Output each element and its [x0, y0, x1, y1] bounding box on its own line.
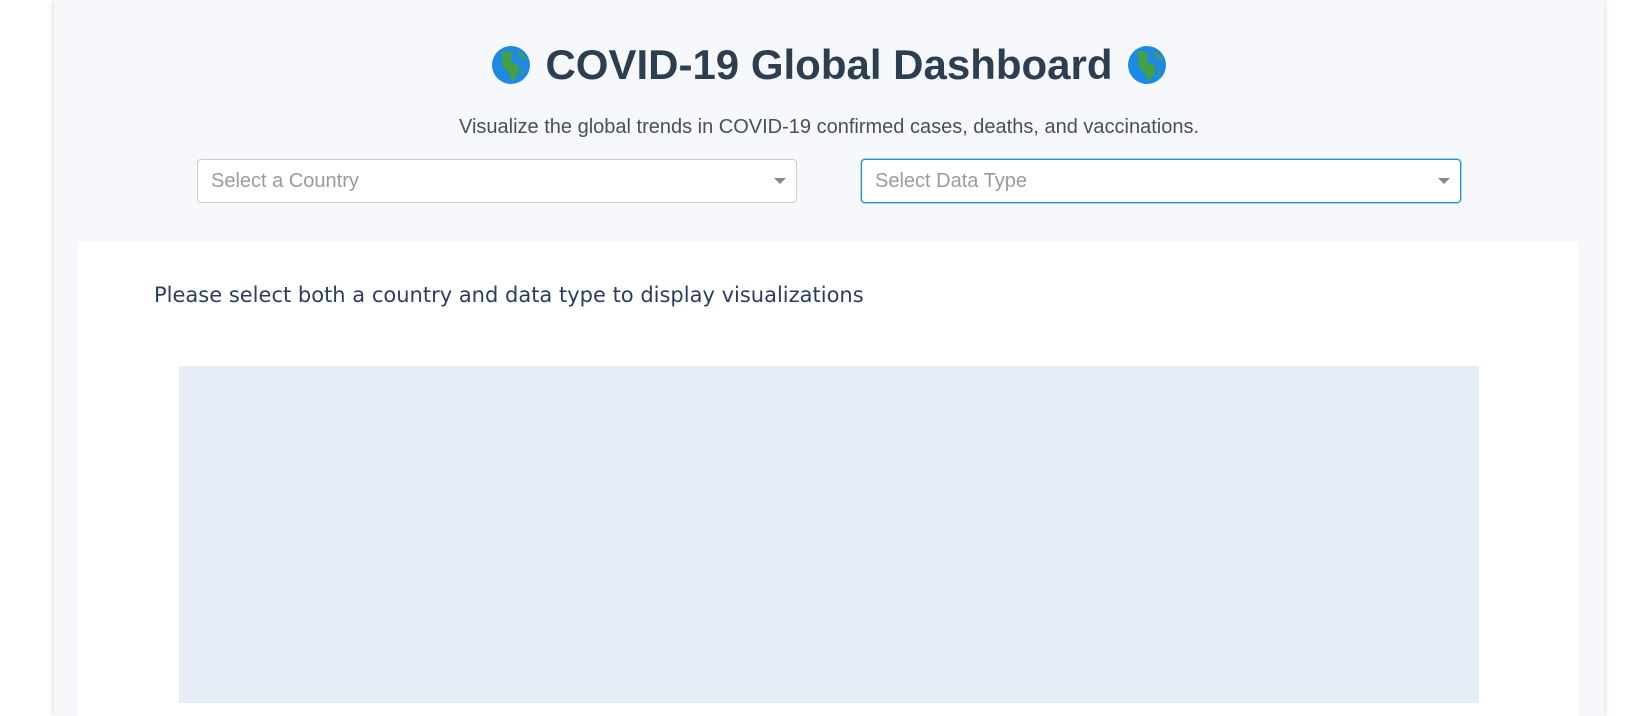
caret-down-icon[interactable] — [774, 178, 786, 184]
dashboard-page: COVID-19 Global Dashboard Visualize the … — [54, 0, 1604, 716]
data-type-dropdown[interactable]: Select Data Type — [861, 159, 1461, 203]
country-dropdown-placeholder: Select a Country — [211, 170, 359, 192]
data-type-dropdown-placeholder: Select Data Type — [875, 170, 1027, 192]
caret-down-icon[interactable] — [1438, 178, 1450, 184]
page-title-text: COVID-19 Global Dashboard — [545, 41, 1113, 88]
empty-state-message: Please select both a country and data ty… — [154, 283, 864, 307]
page-subtitle: Visualize the global trends in COVID-19 … — [458, 116, 1200, 138]
country-dropdown[interactable]: Select a Country — [197, 159, 797, 203]
globe-icon — [1127, 46, 1166, 84]
globe-icon — [492, 46, 531, 84]
plot-area — [179, 366, 1479, 703]
visualization-card: Please select both a country and data ty… — [78, 241, 1578, 716]
page-title: COVID-19 Global Dashboard — [54, 40, 1604, 90]
